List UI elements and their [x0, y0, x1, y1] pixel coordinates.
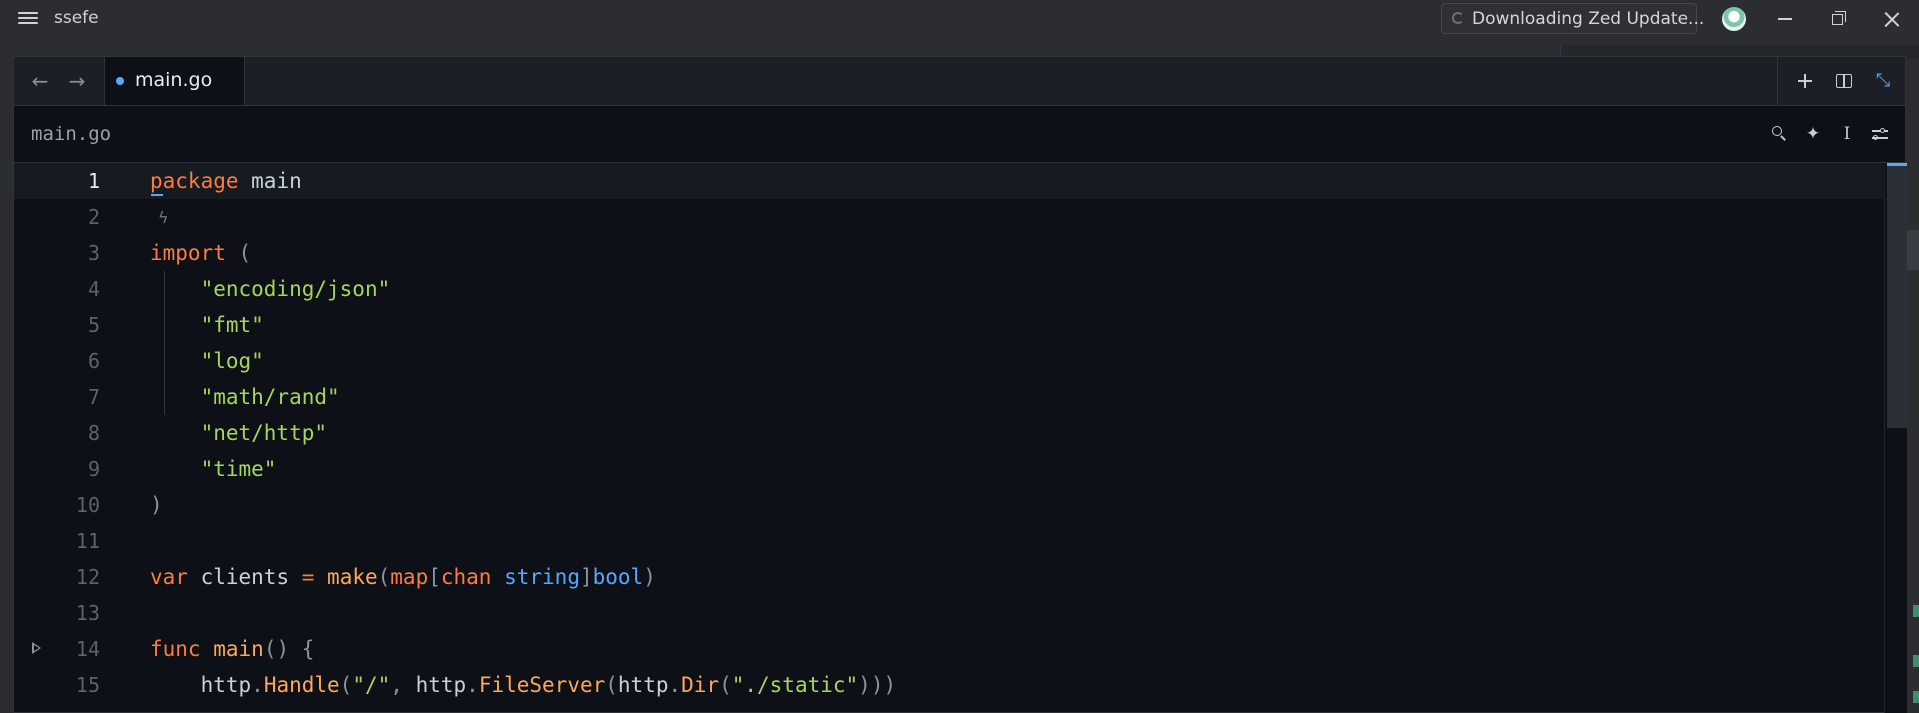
line-number: 13 [75, 601, 100, 625]
code-line[interactable]: 4 "encoding/json" [14, 271, 1883, 307]
git-change-marker [1913, 655, 1919, 667]
breadcrumb-path[interactable]: main.go [31, 123, 111, 145]
avatar[interactable] [1722, 7, 1746, 31]
code-line[interactable]: 1 package main [14, 163, 1883, 199]
title-bar: ssefe Downloading Zed Update... [0, 0, 1919, 40]
code-line[interactable]: 15 http.Handle("/", http.FileServer(http… [14, 667, 1883, 703]
collapse-icon[interactable]: ⤡ [1871, 69, 1895, 93]
close-icon[interactable] [1877, 5, 1907, 33]
outer-scrollbar[interactable] [1906, 230, 1919, 270]
split-pane-icon[interactable] [1832, 69, 1856, 93]
code-line[interactable]: 11 [14, 523, 1883, 559]
line-number: 6 [87, 349, 100, 373]
code-text: "encoding/json" [200, 277, 391, 301]
line-number: 14 [75, 637, 100, 661]
code-line[interactable]: 2 ϟ [14, 199, 1883, 235]
code-line[interactable]: 13 [14, 595, 1883, 631]
tab-bar: ← → main.go ⤡ [14, 57, 1905, 106]
code-text: "time" [200, 457, 277, 481]
code-line[interactable]: 3 import ( [14, 235, 1883, 271]
code-line[interactable]: 5 "fmt" [14, 307, 1883, 343]
code-text: "fmt" [200, 313, 264, 337]
line-number: 5 [87, 313, 100, 337]
code-line[interactable]: 7 "math/rand" [14, 379, 1883, 415]
line-number: 8 [87, 421, 100, 445]
code-text: import ( [150, 241, 252, 265]
update-status-button[interactable]: Downloading Zed Update... [1441, 3, 1704, 34]
editor-pane: ← → main.go ⤡ main.go ✦ I 1 package main… [13, 56, 1919, 713]
breadcrumb: main.go ✦ I [14, 106, 1905, 163]
code-line[interactable]: 6 "log" [14, 343, 1883, 379]
line-number: 9 [87, 457, 100, 481]
git-change-marker [1913, 691, 1919, 703]
assistant-sparkle-icon[interactable]: ✦ [1802, 123, 1824, 145]
code-line[interactable]: 9 "time" [14, 451, 1883, 487]
tab-label: main.go [135, 69, 213, 91]
divider [1777, 57, 1778, 105]
hamburger-menu-icon[interactable] [18, 9, 38, 29]
spinner-icon [1452, 12, 1464, 24]
cursor-position-marker [1887, 163, 1907, 166]
line-number: 15 [75, 673, 100, 697]
line-number: 1 [87, 169, 100, 193]
code-line[interactable]: 10 ) [14, 487, 1883, 523]
git-change-marker [1913, 605, 1919, 617]
code-line[interactable]: 12 var clients = make(map[chan string]bo… [14, 559, 1883, 595]
modified-dot-icon [116, 77, 124, 85]
code-text: "net/http" [200, 421, 328, 445]
line-number: 7 [87, 385, 100, 409]
code-text: func main() { [150, 637, 315, 661]
update-status-label: Downloading Zed Update... [1472, 9, 1705, 29]
settings-sliders-icon[interactable] [1869, 123, 1891, 145]
code-text: "math/rand" [200, 385, 340, 409]
line-number: 3 [87, 241, 100, 265]
line-number: 12 [75, 565, 100, 589]
project-name[interactable]: ssefe [54, 8, 99, 28]
code-text: ) [150, 493, 163, 517]
editor-scrollbar[interactable] [1884, 163, 1907, 713]
code-action-bolt-icon[interactable]: ϟ [158, 208, 169, 227]
tab-main-go[interactable]: main.go [104, 57, 245, 105]
line-number: 11 [75, 529, 100, 553]
search-icon[interactable] [1768, 123, 1790, 145]
code-line[interactable]: 14 func main() { [14, 631, 1883, 667]
code-text: http.Handle("/", http.FileServer(http.Di… [200, 673, 897, 697]
arrow-right-icon[interactable]: → [65, 69, 89, 93]
code-editor[interactable]: 1 package main 2 ϟ 3 import ( 4 "encodin… [14, 163, 1883, 713]
code-line[interactable]: 8 "net/http" [14, 415, 1883, 451]
restore-icon[interactable] [1824, 5, 1854, 33]
text-cursor [151, 194, 163, 196]
line-number: 4 [87, 277, 100, 301]
minimize-icon[interactable] [1770, 5, 1800, 33]
code-text: var clients = make(map[chan string]bool) [150, 565, 656, 589]
text-cursor-icon[interactable]: I [1836, 123, 1858, 145]
line-number: 10 [75, 493, 100, 517]
scrollbar-thumb[interactable] [1887, 163, 1907, 428]
plus-icon[interactable] [1793, 69, 1817, 93]
code-text: package main [150, 169, 302, 193]
code-text: "log" [200, 349, 264, 373]
arrow-left-icon[interactable]: ← [28, 69, 52, 93]
line-number: 2 [87, 205, 100, 229]
